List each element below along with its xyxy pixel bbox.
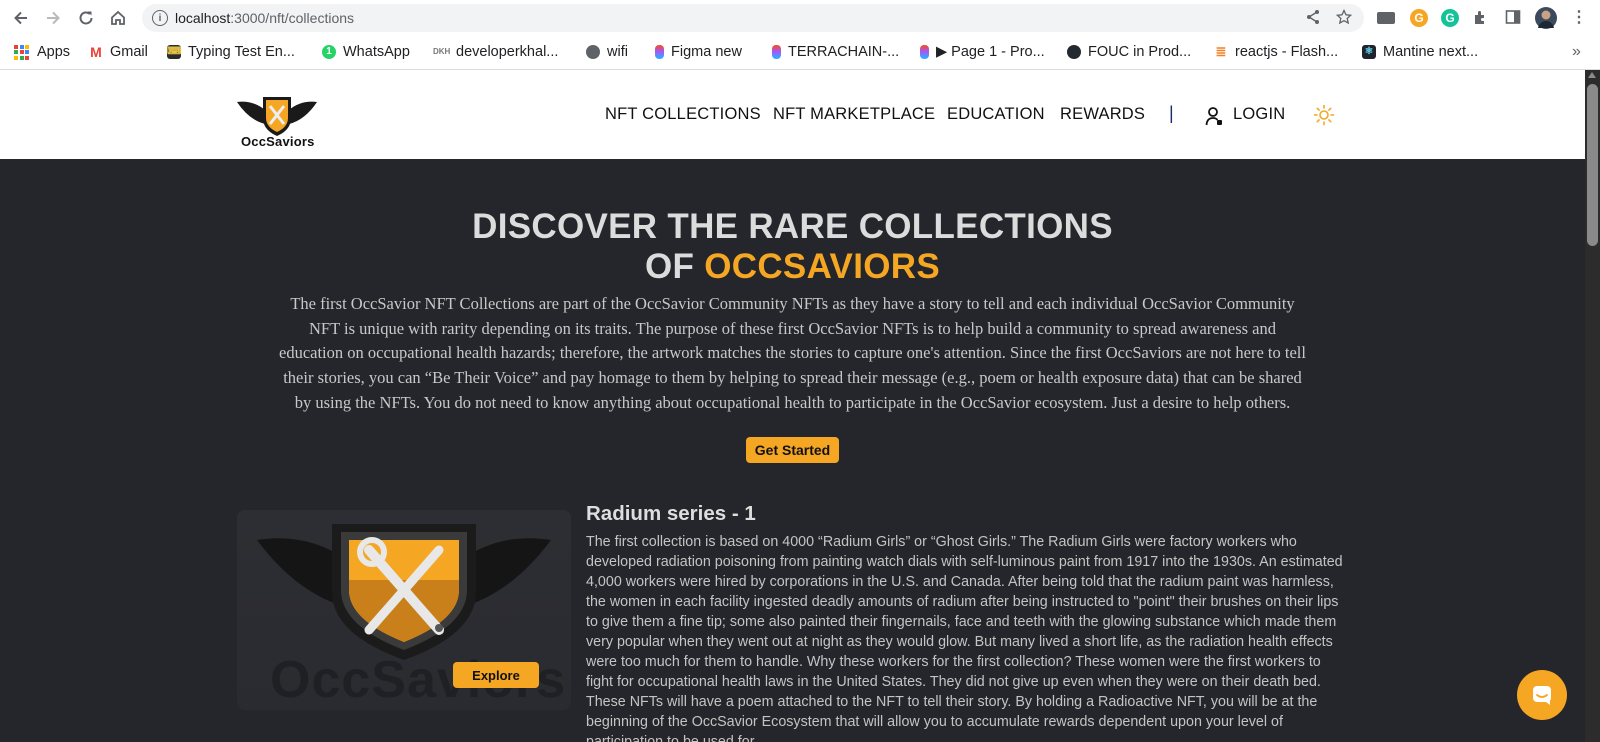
figma-icon — [772, 45, 781, 59]
profile-avatar[interactable] — [1535, 7, 1557, 29]
hero-title-prefix: OF — [645, 247, 705, 286]
bookmark-mantine[interactable]: ⚛ Mantine next... — [1362, 42, 1478, 62]
figma-icon — [920, 45, 929, 59]
nav-login[interactable]: LOGIN — [1233, 105, 1285, 124]
github-icon — [1067, 45, 1081, 59]
apps-grid-icon — [14, 44, 29, 60]
extensions-puzzle-icon[interactable] — [1472, 9, 1490, 27]
developer-icon: DKH — [433, 47, 451, 56]
share-icon[interactable] — [1304, 9, 1322, 27]
collection-card-image: OccSaviors Explore — [237, 510, 571, 710]
sun-theme-toggle-icon[interactable] — [1313, 104, 1335, 126]
collection-title: Radium series - 1 — [586, 502, 756, 525]
bookmark-apps[interactable]: Apps — [14, 42, 70, 62]
stackoverflow-icon: ≣ — [1215, 44, 1227, 59]
site-header: OccSaviors NFT COLLECTIONS NFT MARKETPLA… — [0, 70, 1585, 159]
chat-bubble-icon — [1533, 686, 1551, 705]
explore-button[interactable]: Explore — [453, 662, 539, 688]
react-icon: ⚛ — [1362, 45, 1376, 59]
scroll-thumb[interactable] — [1587, 84, 1598, 246]
bookmark-typing-test[interactable]: ⌨ Typing Test En... — [167, 42, 295, 62]
bookmark-star-icon[interactable] — [1335, 8, 1353, 27]
logo-text[interactable]: OccSaviors — [241, 134, 315, 149]
browser-toolbar: i localhost:3000/nft/collections G G ⋮ — [0, 0, 1600, 36]
bookmark-gmail[interactable]: M Gmail — [89, 42, 148, 62]
nav-nft-marketplace[interactable]: NFT MARKETPLACE — [773, 105, 935, 124]
url-text[interactable]: localhost:3000/nft/collections — [175, 10, 354, 26]
bookmark-whatsapp[interactable]: 1 WhatsApp — [322, 42, 410, 62]
whatsapp-icon: 1 — [322, 45, 336, 59]
bookmark-reactjs[interactable]: ≣ reactjs - Flash... — [1214, 42, 1339, 62]
main-content: DISCOVER THE RARE COLLECTIONS OF OCCSAVI… — [0, 159, 1585, 742]
grammar-extension-icon[interactable]: G — [1410, 9, 1428, 27]
screen-extension-icon[interactable] — [1377, 12, 1395, 24]
hero-title-line1: DISCOVER THE RARE COLLECTIONS — [472, 207, 1113, 246]
user-login-icon[interactable] — [1205, 106, 1223, 126]
browser-menu-icon[interactable]: ⋮ — [1570, 9, 1588, 27]
hero-title: DISCOVER THE RARE COLLECTIONS OF OCCSAVI… — [0, 207, 1585, 287]
side-panel-icon[interactable] — [1504, 9, 1522, 27]
chat-launcher-button[interactable] — [1517, 670, 1567, 720]
bookmarks-overflow-icon[interactable]: » — [1572, 42, 1581, 62]
site-info-icon[interactable]: i — [152, 10, 168, 26]
address-bar[interactable]: i localhost:3000/nft/collections — [142, 4, 1364, 32]
typing-test-icon: ⌨ — [167, 45, 182, 59]
reload-icon[interactable] — [74, 6, 98, 30]
bookmark-figma-new[interactable]: Figma new — [655, 42, 742, 62]
hero-title-accent: OCCSAVIORS — [704, 247, 940, 286]
nav-nft-collections[interactable]: NFT COLLECTIONS — [605, 105, 761, 124]
grammarly-extension-icon[interactable]: G — [1441, 9, 1459, 27]
bookmark-terrachain[interactable]: TERRACHAIN-... — [772, 42, 899, 62]
bookmark-wifi[interactable]: wifi — [586, 42, 628, 62]
bookmarks-bar: Apps M Gmail ⌨ Typing Test En... 1 Whats… — [0, 36, 1600, 68]
globe-icon — [586, 45, 600, 59]
get-started-button[interactable]: Get Started — [746, 437, 839, 463]
collection-description: The first collection is based on 4000 “R… — [586, 534, 1343, 742]
bookmark-developer[interactable]: DKH developerkhal... — [433, 42, 558, 62]
figma-icon — [655, 45, 664, 59]
browser-chrome: i localhost:3000/nft/collections G G ⋮ A… — [0, 0, 1600, 70]
nav-rewards[interactable]: REWARDS — [1060, 105, 1145, 124]
home-icon[interactable] — [106, 6, 130, 30]
gmail-icon: M — [90, 44, 102, 60]
back-arrow-icon[interactable] — [9, 6, 33, 30]
bookmark-page-1[interactable]: ▶ Page 1 - Pro... — [920, 42, 1045, 62]
nav-education[interactable]: EDUCATION — [947, 105, 1045, 124]
scroll-up-arrow-icon[interactable] — [1588, 72, 1596, 78]
bookmark-fouc[interactable]: FOUC in Prod... — [1067, 42, 1191, 62]
forward-arrow-icon[interactable] — [41, 6, 65, 30]
page-scrollbar[interactable] — [1585, 70, 1600, 742]
nav-separator: | — [1169, 103, 1174, 123]
hero-description: The first OccSavior NFT Collections are … — [279, 294, 1306, 412]
